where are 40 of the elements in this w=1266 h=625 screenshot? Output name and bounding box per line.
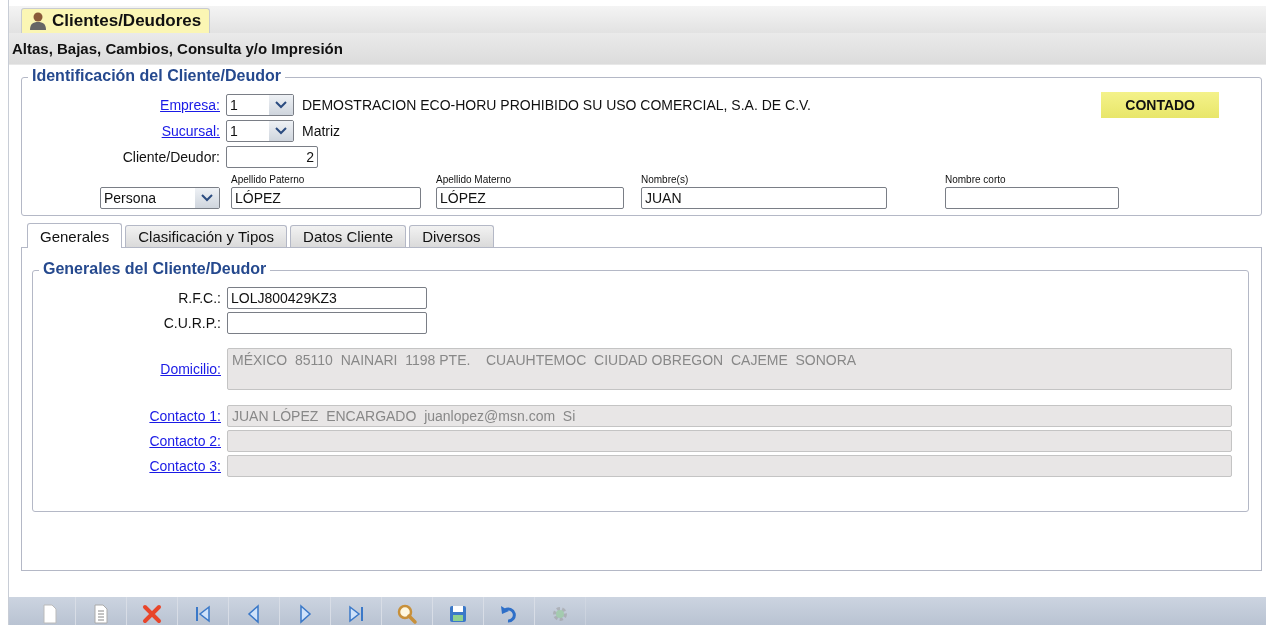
field-label: C.U.R.P.: (162, 314, 222, 331)
sucursal-link[interactable]: Sucursal: (161, 123, 220, 139)
caret-icon (275, 127, 287, 135)
person-icon (28, 11, 48, 31)
field-label: R.F.C.: (177, 289, 222, 306)
address-field: MÉXICO 85110 NAINARI 1198 PTE. CUAUHTEMOC CIUDAD OBREGON CAJEME SONORA (227, 348, 1232, 390)
module-tab[interactable]: Clientes/Deudores (21, 8, 211, 33)
section-tab[interactable]: Diversos (409, 225, 494, 247)
delete-icon (141, 603, 163, 625)
empresa-name: DEMOSTRACION ECO-HORU PROHIBIDO SU USO COMERCIAL, S.A. DE C.V. (302, 97, 811, 113)
field-caption: Nombre(s) (641, 174, 690, 185)
caret-icon (201, 194, 213, 202)
empresa-link[interactable]: Empresa: (160, 97, 220, 113)
domicilio-link[interactable]: Domicilio: (160, 361, 221, 377)
contact-link[interactable]: Contacto 2: (149, 432, 221, 449)
rfc-field[interactable]: LOLJ800429KZ3 (227, 286, 427, 309)
contact-link[interactable]: Contacto 3: (149, 457, 221, 474)
empresa-select[interactable]: 1 (226, 94, 294, 116)
name-field[interactable] (945, 187, 1119, 209)
section-tab[interactable]: Clasificación y Tipos (125, 225, 288, 247)
field-caption: Apellido Materno (436, 174, 513, 185)
field-caption: Nombre corto (945, 174, 1007, 185)
name-field[interactable]: JUAN (641, 187, 887, 209)
section-tab[interactable]: Datos Cliente (290, 225, 407, 247)
sucursal-name: Matriz (302, 123, 341, 139)
subtitle-bar: Altas, Bajas, Cambios, Consulta y/o Impresión (9, 33, 1266, 65)
payment-badge: CONTADO (1101, 92, 1219, 118)
person-type-select[interactable]: Persona (100, 187, 220, 209)
sucursal-select[interactable]: 1 (226, 120, 294, 142)
cliente-field[interactable]: 2 (226, 146, 318, 168)
field-caption: Apellido Paterno (231, 174, 306, 185)
contact-field: JUAN LÓPEZ ENCARGADO juanlopez@msn.com Si (227, 404, 1232, 427)
search-icon (396, 603, 418, 625)
caret-icon (275, 101, 287, 109)
curp-field[interactable] (227, 311, 427, 334)
field-label: Cliente/Deudor: (121, 149, 221, 165)
name-field[interactable]: LÓPEZ (436, 187, 624, 209)
contact-link[interactable]: Contacto 1: (149, 407, 221, 424)
section-tab[interactable]: Generales (27, 223, 123, 248)
name-field[interactable]: LÓPEZ (231, 187, 421, 209)
